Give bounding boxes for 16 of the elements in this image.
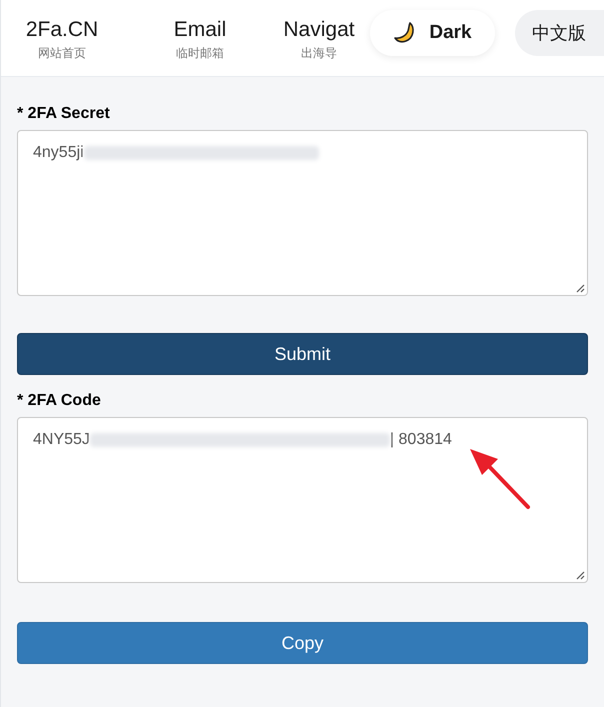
nav-link[interactable]: 2Fa.CN 网站首页 xyxy=(22,18,102,60)
field-value: 4NY55J xyxy=(33,430,90,450)
nav-link[interactable]: Navigat 出海导 xyxy=(279,18,359,60)
copy-button[interactable]: Copy xyxy=(17,622,588,664)
resize-handle-icon[interactable] xyxy=(576,571,585,580)
field-label: * 2FA Code xyxy=(17,391,102,411)
nav-link[interactable]: Email 临时邮箱 xyxy=(171,18,229,60)
text-area[interactable]: 4ny55ji xyxy=(17,130,588,296)
field-value: 4ny55ji xyxy=(33,143,84,163)
field-value: | 803814 xyxy=(390,430,452,450)
field-label: * 2FA Secret xyxy=(17,104,111,124)
resize-handle-icon[interactable] xyxy=(576,284,585,293)
language-button[interactable]: 中文版 xyxy=(515,10,604,56)
theme-button[interactable]: Dark xyxy=(370,10,495,56)
text-area[interactable]: 4NY55J | 803814 xyxy=(17,417,588,583)
submit-button[interactable]: Submit xyxy=(17,333,588,375)
